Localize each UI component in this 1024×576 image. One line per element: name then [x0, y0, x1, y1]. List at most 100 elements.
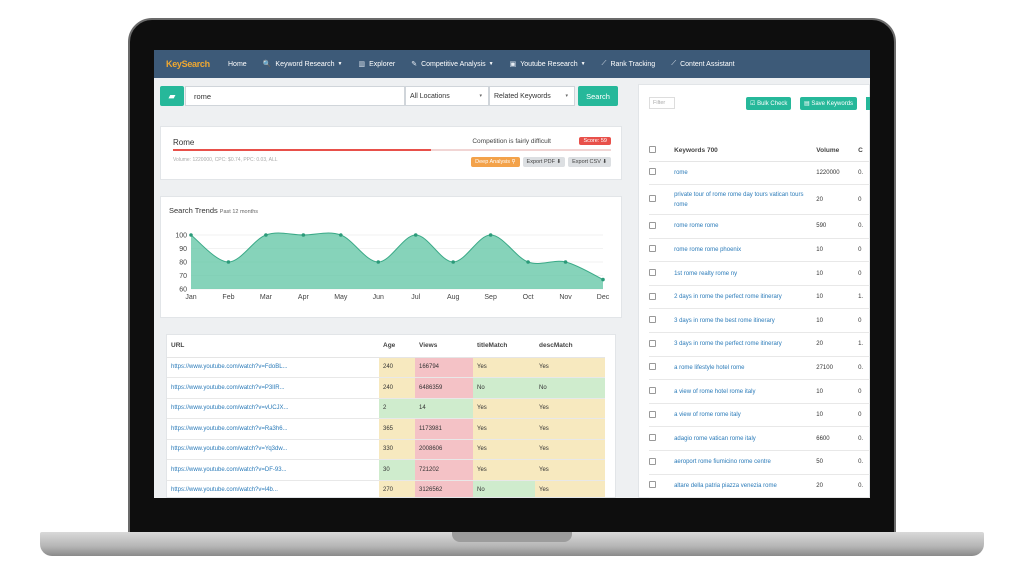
y-tick-label: 100 [175, 233, 187, 240]
keyword-link[interactable]: 1st rome realty rome ny [674, 261, 817, 286]
views-cell: 3126562 [415, 480, 473, 497]
video-url-link[interactable]: https://www.youtube.com/watch?v=DF-93... [167, 459, 379, 481]
keyword-row: 3 days in rome the best rome itinerary 10… [649, 308, 870, 334]
nav-item-rank-tracking[interactable]: ⟋ Rank Tracking [602, 60, 656, 68]
caret-down-icon: ▾ [565, 93, 568, 99]
search-input[interactable]: rome [185, 86, 405, 106]
cpc-cell: 0. [858, 474, 870, 498]
title-cell: Yes [473, 459, 535, 481]
views-cell: 1173981 [415, 418, 473, 440]
row-checkbox[interactable] [649, 269, 656, 277]
keyword-link[interactable]: adagio rome vatican rome italy [674, 426, 817, 452]
views-cell: 6486359 [415, 377, 473, 399]
cpc-cell: 1. [858, 285, 870, 310]
keyword-row: a view of rome rome italy 10 0 [649, 403, 870, 428]
deep-analysis-button[interactable]: Deep Analysis ⚲ [471, 157, 520, 167]
row-checkbox[interactable] [649, 221, 656, 229]
row-checkbox[interactable] [649, 292, 656, 300]
row-checkbox[interactable] [649, 457, 656, 465]
nav-item-label: Keyword Research [275, 60, 335, 68]
column-header-descmatch[interactable]: descMatch [535, 335, 605, 358]
video-url-link[interactable]: https://www.youtube.com/watch?v=Ra3h6... [167, 418, 379, 440]
folder-icon[interactable]: ▰ [160, 86, 184, 106]
video-url-link[interactable]: https://www.youtube.com/watch?v=FdoBL... [167, 357, 379, 378]
keyword-link[interactable]: rome rome rome [674, 214, 817, 239]
app-logo[interactable]: KeySearch [166, 57, 212, 71]
trend-point [526, 260, 530, 264]
video-url-link[interactable]: https://www.youtube.com/watch?v=l4b... [167, 480, 379, 497]
row-checkbox[interactable] [649, 410, 656, 418]
more-button[interactable] [866, 97, 870, 110]
keyword-link[interactable]: a rome lifestyle hotel rome [674, 356, 817, 381]
table-row: https://www.youtube.com/watch?v=P3lIR...… [167, 377, 605, 399]
desc-cell: Yes [535, 357, 605, 378]
row-checkbox[interactable] [649, 434, 656, 442]
cpc-cell: 0. [858, 161, 870, 186]
bar-chart-icon: ▥ [358, 61, 366, 68]
column-header-url[interactable]: URL [167, 335, 379, 358]
volume-cell: 50 [816, 450, 859, 475]
nav-item-label: Competitive Analysis [421, 60, 486, 68]
mode-select[interactable]: Related Keywords ▾ [489, 86, 575, 106]
export-pdf-button[interactable]: Export PDF ⬇ [522, 157, 566, 167]
download-icon: ⬇ [602, 159, 607, 165]
column-header-titlematch[interactable]: titleMatch [473, 335, 535, 358]
views-cell: 14 [415, 398, 473, 419]
trend-point [451, 260, 455, 264]
video-url-link[interactable]: https://www.youtube.com/watch?v=P3lIR... [167, 377, 379, 399]
download-icon: ⬇ [556, 159, 562, 165]
select-all-checkbox[interactable] [649, 146, 656, 154]
cpc-cell: 0. [858, 450, 870, 475]
row-checkbox[interactable] [649, 481, 656, 489]
x-tick-label: May [334, 294, 348, 301]
nav-item-keyword-research[interactable]: 🔍 Keyword Research ▼ [263, 60, 343, 69]
trends-title: Search Trends Past 12 months [169, 206, 258, 215]
age-cell: 270 [379, 480, 415, 497]
search-button[interactable]: Search [578, 86, 618, 106]
volume-header[interactable]: Volume [816, 141, 859, 162]
title-cell: Yes [473, 439, 535, 460]
nav-item-competitive-analysis[interactable]: ✎ Competitive Analysis ▼ [411, 60, 493, 69]
keywords-header[interactable]: Keywords 700 [674, 141, 817, 162]
keyword-link[interactable]: rome rome rome phoenix [674, 238, 817, 263]
keyword-link[interactable]: aeroport rome fiumicino rome centre [674, 450, 817, 475]
save-keywords-button[interactable]: ▤ Save Keywords [800, 97, 858, 110]
column-header-age[interactable]: Age [379, 335, 415, 358]
row-checkbox[interactable] [649, 316, 656, 324]
laptop-notch [452, 532, 572, 542]
video-url-link[interactable]: https://www.youtube.com/watch?v=Yq3dw... [167, 439, 379, 460]
trend-point [189, 233, 193, 237]
bulk-check-button[interactable]: ☑ Bulk Check [746, 97, 792, 110]
row-checkbox[interactable] [649, 245, 656, 253]
row-checkbox[interactable] [649, 168, 656, 176]
cpc-cell: 0. [858, 426, 870, 452]
youtube-results-table: URL Age Views titleMatch descMatch https://w… [167, 335, 605, 497]
nav-item-home[interactable]: Home [228, 61, 247, 68]
video-url-link[interactable]: https://www.youtube.com/watch?v=vUCJX... [167, 398, 379, 419]
keyword-link[interactable]: 3 days in rome the perfect rome itinerar… [674, 332, 817, 357]
keyword-link[interactable]: private tour of rome rome day tours vati… [674, 184, 817, 216]
keyword-link[interactable]: a view of rome rome italy [674, 403, 817, 428]
nav-item-youtube-research[interactable]: ▣ Youtube Research ▼ [510, 60, 586, 69]
nav-item-content-assistant[interactable]: ⟋ Content Assistant [671, 60, 734, 68]
row-checkbox[interactable] [649, 363, 656, 371]
age-cell: 330 [379, 439, 415, 460]
location-select[interactable]: All Locations ▾ [405, 86, 489, 106]
filter-input[interactable]: Filter [649, 97, 675, 109]
row-checkbox[interactable] [649, 195, 656, 203]
cpc-header[interactable]: C [858, 141, 870, 162]
export-csv-button[interactable]: Export CSV ⬇ [568, 157, 611, 167]
nav-menu: Home 🔍 Keyword Research ▼ ▥ Explorer ✎ Competit… [228, 60, 751, 68]
column-header-views[interactable]: Views [415, 335, 473, 358]
keyword-link[interactable]: 2 days in rome the perfect rome itinerar… [674, 285, 817, 310]
row-checkbox[interactable] [649, 387, 656, 395]
cpc-cell: 0 [858, 403, 870, 428]
keyword-link[interactable]: 3 days in rome the best rome itinerary [674, 308, 817, 334]
keyword-link[interactable]: altare della patria piazza venezia rome [674, 474, 817, 498]
keyword-link[interactable]: rome [674, 161, 817, 186]
nav-item-explorer[interactable]: ▥ Explorer [358, 60, 396, 69]
age-cell: 30 [379, 459, 415, 481]
row-checkbox[interactable] [649, 339, 656, 347]
age-cell: 240 [379, 357, 415, 378]
keyword-link[interactable]: a view of rome hotel rome italy [674, 379, 817, 404]
